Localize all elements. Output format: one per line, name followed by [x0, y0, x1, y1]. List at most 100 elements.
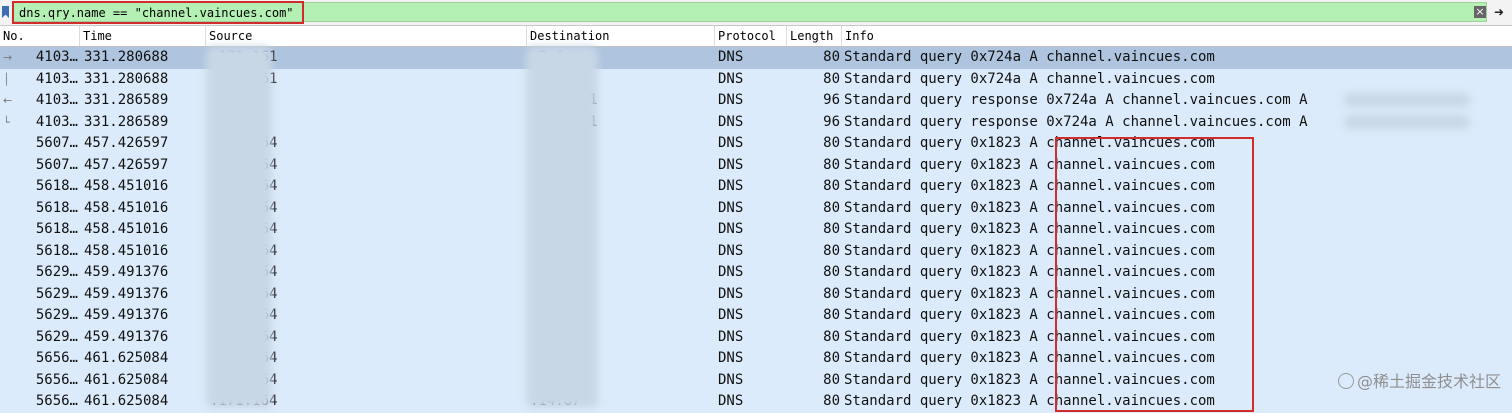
bookmark-icon[interactable] [2, 6, 9, 18]
column-header-info[interactable]: Info [842, 26, 1512, 46]
display-filter-input[interactable]: dns.qry.name == "channel.vaincues.com" [12, 2, 1487, 22]
packet-length: 96 [823, 113, 840, 130]
packet-source: .171.164 [210, 242, 278, 259]
packet-row[interactable]: 5656… 461.625084.171.164.2.6 DNS 80 Standard… [0, 370, 1512, 392]
packet-row[interactable]: 5629… 459.491376 .171.164 .14.87 DNS 80 Standa… [0, 262, 1512, 284]
packet-protocol: DNS [718, 285, 744, 302]
packet-no: 5629… [35, 285, 78, 302]
packet-protocol: DNS [718, 113, 744, 130]
packet-info: Standard query 0x1823 A channel.vaincues… [844, 221, 1215, 237]
packet-length: 80 [823, 371, 840, 388]
packet-destination: .14.87 [530, 135, 581, 151]
packet-no: 5607… [35, 135, 78, 151]
packet-row[interactable]: 5607… 457.426597 .171.164 .14.87 DNS 80 Standa… [0, 133, 1512, 155]
packet-row[interactable]: 5618… 458.451016 .171.164 .14.87 DNS 80 Standa… [0, 241, 1512, 263]
column-header-destination[interactable]: Destination [527, 26, 715, 46]
packet-destination: .2.6 [530, 371, 564, 388]
packet-source: .171.164 [210, 178, 278, 194]
packet-destination: .14.87 [530, 285, 581, 302]
packet-row[interactable]: 5656… 461.625084.171.164.2.6 DNS 80 Standard… [0, 348, 1512, 370]
packet-time: 461.625084 [84, 350, 169, 366]
packet-list: → 4103… 331.280688.171.161.2.6 DNS 80 Standar… [0, 47, 1512, 413]
packet-protocol: DNS [718, 393, 744, 409]
packet-length: 80 [823, 135, 840, 151]
packet-no: 5656… [35, 371, 78, 388]
packet-source: .171.164 [210, 221, 278, 237]
column-header-source[interactable]: Source [206, 26, 527, 46]
packet-info: Standard query 0x1823 A channel.vaincues… [844, 199, 1215, 216]
packet-destination: .171.161 [530, 113, 598, 130]
packet-no: 4103… [35, 113, 78, 130]
packet-row[interactable]: 5607… 457.426597 .171.164 .14.87 DNS 80 Standa… [0, 155, 1512, 177]
packet-protocol: DNS [718, 156, 744, 173]
packet-destination: .2.6 [530, 49, 564, 65]
column-header-length[interactable]: Length [787, 26, 842, 46]
packet-protocol: DNS [718, 199, 744, 216]
packet-time: 461.625084 [84, 393, 169, 409]
packet-destination: .14.87 [530, 221, 581, 237]
packet-info: Standard query 0x1823 A channel.vaincues… [844, 307, 1215, 323]
packet-destination: .2.6 [530, 307, 564, 323]
column-header-no[interactable]: No. [0, 26, 80, 46]
packet-source: .171.164 [210, 350, 278, 366]
packet-time: 458.451016 [84, 178, 169, 194]
column-header-protocol[interactable]: Protocol [715, 26, 787, 46]
packet-destination: .2.6 [530, 178, 564, 194]
packet-row[interactable]: → 4103… 331.280688.171.161.2.6 DNS 80 Standar… [0, 47, 1512, 69]
packet-length: 80 [823, 156, 840, 173]
packet-no: 5618… [35, 199, 78, 216]
packet-no: 5607… [35, 156, 78, 173]
packet-info: Standard query 0x1823 A channel.vaincues… [844, 135, 1215, 151]
packet-row[interactable]: │ 4103… 331.280688.171.161.2.6 DNS 80 Standar… [0, 69, 1512, 91]
packet-destination: .2.6 [530, 70, 564, 87]
packet-info: Standard query response 0x724a A channel… [844, 92, 1308, 108]
packet-time: 459.491376 [84, 307, 169, 323]
packet-length: 80 [823, 285, 840, 302]
packet-protocol: DNS [718, 178, 744, 194]
packet-row[interactable]: 5656… 461.625084 .171.164 .14.87 DNS 80 Standa… [0, 391, 1512, 413]
packet-row[interactable]: 5629… 459.491376 .171.164 .2.6 DNS 80 Standard… [0, 305, 1512, 327]
packet-source: .171.164 [210, 156, 278, 173]
packet-row[interactable]: 5618… 458.451016 .171.164 .2.6 DNS 80 Standard… [0, 176, 1512, 198]
packet-protocol: DNS [718, 92, 744, 108]
packet-destination: .14.87 [530, 393, 581, 409]
packet-source: .171.164 [210, 371, 278, 388]
packet-time: 458.451016 [84, 199, 169, 216]
packet-source: .171.161 [210, 49, 278, 65]
packet-source: .171.164 [210, 264, 278, 280]
packet-source: .171.164 [210, 285, 278, 302]
packet-length: 80 [823, 199, 840, 216]
packet-time: 331.286589 [84, 92, 169, 108]
packet-no: 5629… [35, 307, 78, 323]
packet-source: .2.6 [210, 92, 244, 108]
packet-row[interactable]: ← 4103… 331.286589.2.6.171.161 DNS 96 Standar… [0, 90, 1512, 112]
clear-filter-icon[interactable]: × [1474, 6, 1486, 18]
packet-length: 96 [823, 92, 840, 108]
display-filter-bar: dns.qry.name == "channel.vaincues.com" ×… [0, 0, 1512, 26]
packet-protocol: DNS [718, 264, 744, 280]
packet-destination: .14.87 [530, 156, 581, 173]
packet-time: 458.451016 [84, 242, 169, 259]
packet-row[interactable]: 5629… 459.491376 .171.164 .14.87 DNS 80 Standa… [0, 284, 1512, 306]
packet-length: 80 [823, 264, 840, 280]
packet-length: 80 [823, 393, 840, 409]
packet-row[interactable]: └ 4103… 331.286589.2.6.171.161 DNS 96 Standar… [0, 112, 1512, 134]
packet-length: 80 [823, 49, 840, 65]
packet-row[interactable]: 5618… 458.451016 .171.164 .2.6 DNS 80 Standard… [0, 198, 1512, 220]
packet-source: .171.161 [210, 70, 278, 87]
packet-row[interactable]: 5629… 459.491376 .171.164 .2.6 DNS 80 Standard… [0, 327, 1512, 349]
packet-destination: .171.161 [530, 92, 598, 108]
packet-protocol: DNS [718, 242, 744, 259]
apply-filter-arrow-icon[interactable]: ➜ [1490, 5, 1508, 19]
column-header-time[interactable]: Time [80, 26, 206, 46]
packet-no: 4103… [35, 49, 78, 65]
packet-time: 461.625084 [84, 371, 169, 388]
packet-info: Standard query response 0x724a A channel… [844, 113, 1308, 130]
packet-source: .171.164 [210, 328, 278, 345]
packet-no: 5629… [35, 264, 78, 280]
packet-time: 459.491376 [84, 285, 169, 302]
packet-source: .2.6 [210, 113, 244, 130]
packet-info: Standard query 0x1823 A channel.vaincues… [844, 264, 1215, 280]
packet-time: 331.280688 [84, 70, 169, 87]
packet-row[interactable]: 5618… 458.451016 .171.164 .14.87 DNS 80 Standa… [0, 219, 1512, 241]
